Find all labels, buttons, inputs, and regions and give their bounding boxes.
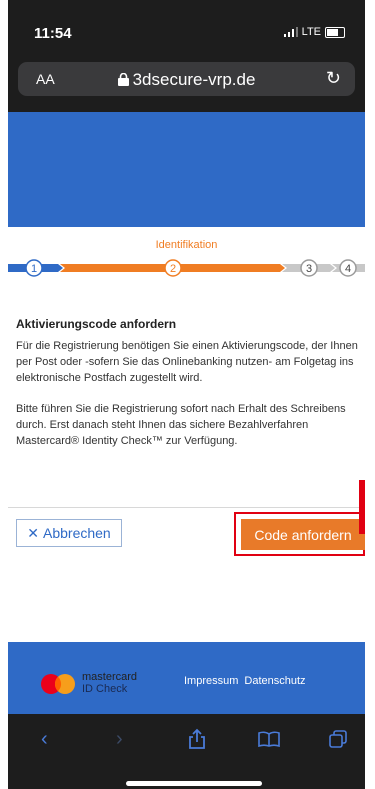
network-label: LTE: [301, 26, 321, 38]
privacy-link[interactable]: Datenschutz: [244, 675, 305, 687]
brand-name: mastercard ID Check: [82, 671, 137, 695]
signal-icon: [283, 27, 298, 37]
footer-links: Impressum Datenschutz: [184, 675, 306, 687]
status-indicators: LTE: [283, 26, 345, 38]
close-icon: ✕: [27, 524, 39, 541]
imprint-link[interactable]: Impressum: [184, 675, 238, 687]
page-footer: mastercard ID Check Impressum Datenschut…: [8, 642, 365, 714]
status-bar: 11:54 LTE: [8, 0, 365, 56]
url-display[interactable]: 3dsecure-vrp.de: [18, 70, 355, 90]
request-code-button[interactable]: Code anfordern: [241, 519, 365, 550]
mastercard-logo-icon: [41, 674, 75, 694]
header-banner: [8, 112, 365, 227]
status-time: 11:54: [34, 25, 72, 42]
progress-stepper: 1 2 3 4: [8, 259, 365, 277]
annotation-marker: [359, 480, 365, 534]
info-paragraph-1: Für die Registrierung benötigen Sie eine…: [16, 340, 358, 384]
tabs-icon[interactable]: [329, 730, 347, 748]
step-marker-1: 1: [25, 259, 43, 277]
step-label-2: 2: [170, 263, 176, 275]
step-label-3: 3: [306, 263, 312, 275]
divider: [8, 507, 365, 508]
bookmarks-icon[interactable]: [258, 731, 280, 747]
reload-icon[interactable]: ↻: [326, 68, 341, 89]
forward-icon[interactable]: ›: [116, 728, 123, 751]
step-title: Identifikation: [155, 239, 218, 251]
step-marker-3: 3: [300, 259, 318, 277]
step-label-4: 4: [345, 263, 351, 275]
section-heading: Aktivierungscode anfordern: [16, 317, 177, 331]
share-icon[interactable]: [187, 728, 207, 750]
back-icon[interactable]: ‹: [41, 728, 48, 751]
url-text: 3dsecure-vrp.de: [132, 70, 256, 89]
request-code-label: Code anfordern: [254, 526, 352, 543]
brand-line-1: mastercard: [82, 671, 138, 683]
cancel-button-label: Abbrechen: [43, 525, 111, 541]
step-marker-4: 4: [339, 259, 357, 277]
step-marker-2: 2: [164, 259, 182, 277]
phone-screen: 11:54 LTE AA 3dsecure-vrp.de ↻ Identifik…: [8, 0, 365, 789]
cancel-button[interactable]: ✕ Abbrechen: [16, 519, 122, 547]
battery-icon: [325, 26, 345, 38]
lock-icon: [117, 72, 129, 86]
web-content: Identifikation 1 2 3 4 Aktivierungscode …: [8, 112, 365, 656]
address-bar[interactable]: AA 3dsecure-vrp.de ↻: [18, 62, 355, 96]
info-paragraph-2: Bitte führen Sie die Registrierung sofor…: [16, 403, 346, 447]
step-label-1: 1: [31, 263, 37, 275]
home-indicator: [126, 781, 262, 786]
browser-toolbar: ‹ ›: [8, 714, 365, 789]
brand-line-2: ID Check: [82, 683, 128, 695]
